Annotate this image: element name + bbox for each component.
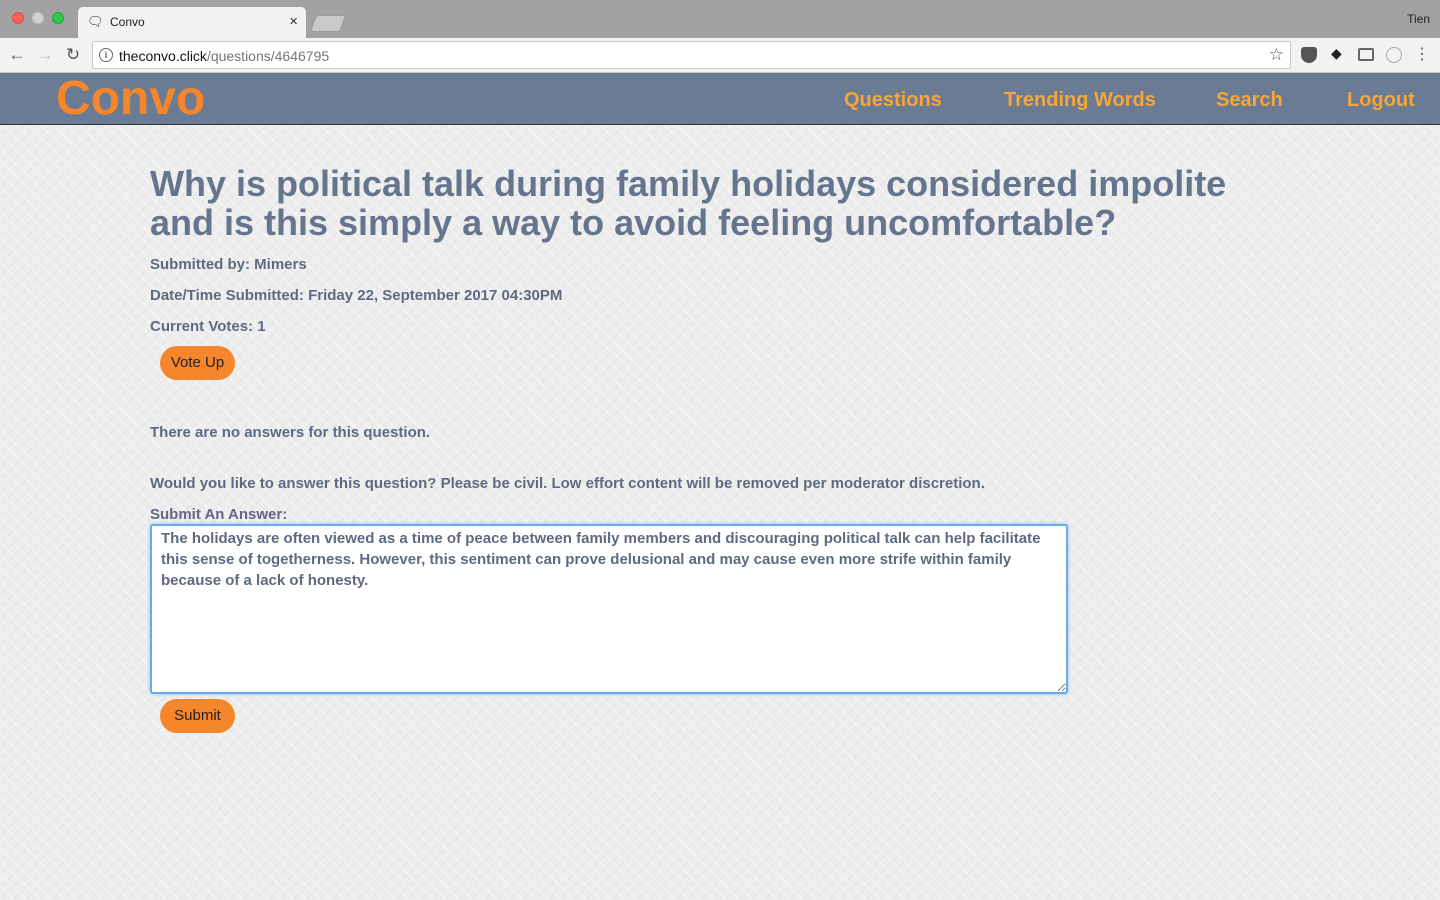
pocket-extension-icon[interactable] — [1301, 47, 1317, 63]
nav-questions-link[interactable]: Questions — [844, 89, 942, 112]
minimize-window-icon[interactable] — [32, 12, 44, 24]
url-host: theconvo.click — [119, 48, 207, 64]
info-icon[interactable]: i — [99, 48, 113, 62]
back-arrow-icon[interactable]: ← — [6, 44, 28, 66]
owl-extension-icon[interactable]: ◆ — [1331, 45, 1347, 61]
reload-icon[interactable]: ↻ — [62, 44, 84, 66]
answer-form-label: Submit An Answer: — [150, 506, 288, 523]
bookmark-star-icon[interactable]: ☆ — [1269, 45, 1284, 65]
page-body: Why is political talk during family holi… — [0, 126, 1440, 900]
tab-title: Convo — [110, 15, 145, 29]
speech-bubble-icon: 🗨 — [87, 14, 104, 29]
submit-answer-button[interactable]: Submit — [160, 699, 235, 733]
current-votes: Current Votes: 1 — [150, 318, 266, 335]
answer-prompt: Would you like to answer this question? … — [150, 475, 985, 492]
forward-arrow-icon[interactable]: → — [34, 44, 56, 66]
browser-menu-icon[interactable]: ⋮ — [1414, 44, 1430, 63]
nav-trending-words-link[interactable]: Trending Words — [1004, 89, 1156, 112]
submitted-by: Submitted by: Mimers — [150, 256, 307, 273]
submitted-datetime: Date/Time Submitted: Friday 22, Septembe… — [150, 287, 563, 304]
browser-tab[interactable]: 🗨 Convo × — [78, 7, 306, 38]
new-tab-button[interactable] — [309, 15, 347, 32]
cast-icon[interactable] — [1358, 48, 1374, 61]
question-title: Why is political talk during family holi… — [150, 163, 1227, 243]
address-url[interactable]: theconvo.click/questions/4646795 — [119, 48, 329, 64]
answer-textarea[interactable]: The holidays are often viewed as a time … — [150, 524, 1068, 694]
no-answers-message: There are no answers for this question. — [150, 424, 431, 441]
vote-up-button[interactable]: Vote Up — [160, 346, 235, 380]
maximize-window-icon[interactable] — [52, 12, 64, 24]
tab-close-icon[interactable]: × — [289, 13, 298, 30]
browser-titlebar: 🗨 Convo × Tien — [0, 0, 1440, 38]
close-window-icon[interactable] — [12, 12, 24, 24]
site-header: Convo Questions Trending Words Search Lo… — [0, 73, 1440, 125]
nav-logout-link[interactable]: Logout — [1347, 89, 1415, 112]
address-bar[interactable]: i theconvo.click/questions/4646795 ☆ — [92, 41, 1291, 69]
url-path: /questions/4646795 — [206, 48, 330, 64]
nav-search-link[interactable]: Search — [1216, 89, 1283, 112]
extension-circle-icon[interactable] — [1386, 47, 1402, 63]
site-logo[interactable]: Convo — [56, 74, 205, 124]
profile-name[interactable]: Tien — [1407, 12, 1430, 26]
browser-toolbar: ← → ↻ i theconvo.click/questions/4646795… — [0, 38, 1440, 73]
